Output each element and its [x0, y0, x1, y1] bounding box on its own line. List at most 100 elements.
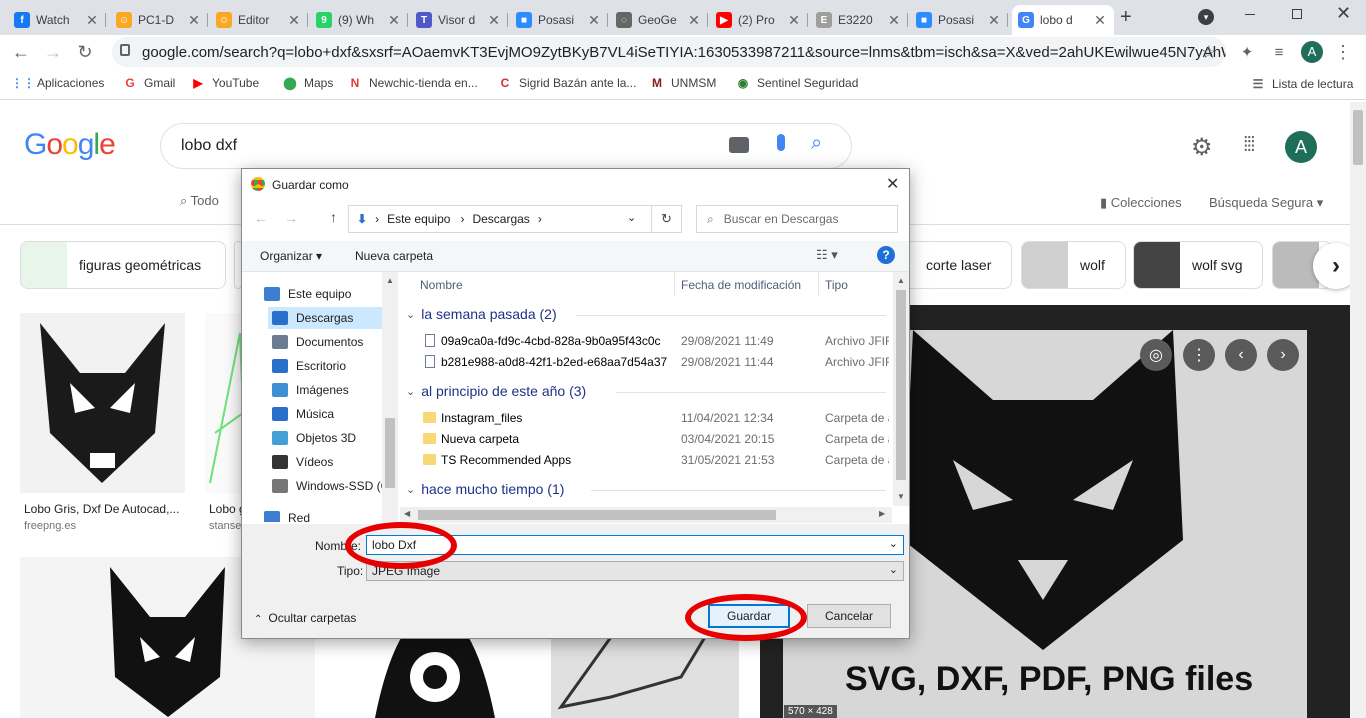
- safe-search-dropdown[interactable]: Búsqueda Segura ▾: [1209, 195, 1323, 211]
- tab-all[interactable]: ⌕ Todo: [180, 193, 219, 209]
- profile-avatar[interactable]: A: [1301, 41, 1323, 63]
- menu-dots-icon[interactable]: ⋮: [1330, 39, 1356, 65]
- tab-7[interactable]: ▶ (2) Pro ✕: [710, 5, 808, 35]
- bookmark-2[interactable]: ▶ YouTube: [190, 75, 259, 91]
- tab-close-icon[interactable]: ✕: [586, 12, 602, 29]
- dialog-search-field[interactable]: ⌕ Buscar en Descargas: [696, 205, 898, 233]
- microphone-icon[interactable]: [777, 134, 785, 151]
- search-input[interactable]: lobo dxf: [181, 137, 237, 155]
- tab-3[interactable]: 9 (9) Wh ✕: [310, 5, 408, 35]
- collections-link[interactable]: ▮ Colecciones: [1100, 195, 1182, 211]
- tab-close-icon[interactable]: ✕: [786, 12, 802, 29]
- bookmark-1[interactable]: G Gmail: [122, 75, 175, 91]
- tab-close-icon[interactable]: ✕: [1092, 12, 1108, 29]
- navigation-scrollbar[interactable]: ▲: [382, 272, 398, 522]
- filename-dropdown-icon[interactable]: ⌄: [889, 537, 898, 550]
- close-window-button[interactable]: ✕: [1336, 3, 1351, 24]
- column-type[interactable]: Tipo: [825, 278, 848, 292]
- view-options-icon[interactable]: ☷ ▾: [816, 247, 838, 263]
- column-divider[interactable]: [674, 272, 675, 296]
- search-box[interactable]: lobo dxf ⌕: [160, 123, 852, 169]
- type-dropdown-icon[interactable]: ⌄: [889, 563, 898, 576]
- nav-item-2[interactable]: Documentos: [272, 331, 398, 353]
- folder-row[interactable]: Instagram_files 11/04/2021 12:34 Carpeta d…: [400, 408, 889, 429]
- group-header[interactable]: ⌄ la semana pasada (2): [406, 306, 557, 322]
- group-header[interactable]: ⌄ al principio de este año (3): [406, 383, 586, 399]
- tab-6[interactable]: ◌ GeoGe ✕: [610, 5, 708, 35]
- scroll-right-arrow[interactable]: ▶: [879, 509, 885, 518]
- tab-4[interactable]: T Visor d ✕: [410, 5, 508, 35]
- more-options-icon[interactable]: ⋮: [1183, 339, 1215, 371]
- file-list-scrollbar-thumb[interactable]: [896, 290, 906, 480]
- column-divider[interactable]: [818, 272, 819, 296]
- maximize-button[interactable]: [1292, 9, 1302, 19]
- tab-5[interactable]: ■ Posasi ✕: [510, 5, 608, 35]
- tab-0[interactable]: f Watch ✕: [8, 5, 106, 35]
- chip-figuras-geometricas[interactable]: figuras geométricas: [20, 241, 226, 289]
- file-row[interactable]: b281e988-a0d8-42f1-b2ed-e68aa7d54a37 29/0…: [400, 352, 889, 373]
- minimize-button[interactable]: [1245, 14, 1255, 15]
- bookmark-7[interactable]: ◉ Sentinel Seguridad: [735, 75, 859, 91]
- google-logo[interactable]: Google: [24, 128, 116, 162]
- chip-wolf[interactable]: wolf: [1021, 241, 1126, 289]
- breadcrumb-descargas[interactable]: Descargas: [472, 212, 529, 226]
- organize-button[interactable]: Organizar ▾: [260, 249, 322, 263]
- page-scrollbar[interactable]: [1350, 102, 1366, 718]
- hide-folders-button[interactable]: ⌃ Ocultar carpetas: [254, 611, 356, 625]
- file-list-scrollbar[interactable]: ▲ ▼: [893, 272, 909, 506]
- chip-wolf-svg[interactable]: wolf svg: [1133, 241, 1263, 289]
- nav-item-1[interactable]: Descargas: [268, 307, 398, 329]
- back-arrow-icon[interactable]: ←: [254, 210, 268, 226]
- breadcrumb-este-equipo[interactable]: Este equipo: [387, 212, 450, 226]
- result-caption[interactable]: Lobo Gris, Dxf De Autocad,...: [24, 502, 179, 516]
- folder-row[interactable]: TS Recommended Apps 31/05/2021 21:53 Carpe…: [400, 450, 889, 471]
- tab-close-icon[interactable]: ✕: [986, 12, 1002, 29]
- extensions-icon[interactable]: ✦: [1234, 39, 1260, 65]
- nav-item-4[interactable]: Imágenes: [272, 379, 398, 401]
- tab-10[interactable]: Globo d ✕: [1012, 5, 1114, 35]
- nav-item-3[interactable]: Escritorio: [272, 355, 398, 377]
- forward-icon[interactable]: →: [40, 39, 66, 65]
- google-apps-icon[interactable]: ⁞⁞⁞: [1243, 134, 1256, 157]
- help-icon[interactable]: ?: [877, 246, 895, 264]
- tab-8[interactable]: E E3220 ✕: [810, 5, 908, 35]
- tab-close-icon[interactable]: ✕: [286, 12, 302, 29]
- tab-1[interactable]: ☺ PC1-D ✕: [110, 5, 208, 35]
- type-select[interactable]: JPEG Image ⌄: [366, 561, 904, 581]
- dialog-address-bar[interactable]: ⬇ › Este equipo › Descargas › ⌄: [348, 205, 652, 233]
- bookmark-3[interactable]: ⬤ Maps: [282, 75, 333, 91]
- nav-item-5[interactable]: Música: [272, 403, 398, 425]
- settings-gear-icon[interactable]: ⚙: [1191, 133, 1213, 162]
- cancel-button[interactable]: Cancelar: [807, 604, 891, 628]
- nav-item-8[interactable]: Windows-SSD (C: [272, 475, 398, 497]
- tab-9[interactable]: ■ Posasi ✕: [910, 5, 1008, 35]
- nav-item-6[interactable]: Objetos 3D: [272, 427, 398, 449]
- google-avatar[interactable]: A: [1285, 131, 1317, 163]
- tab-close-icon[interactable]: ✕: [386, 12, 402, 29]
- result-image-wolf-2[interactable]: [205, 313, 245, 493]
- result-image-wolf-1[interactable]: [20, 313, 185, 493]
- scroll-up-arrow[interactable]: ▲: [386, 276, 394, 285]
- reading-list-button[interactable]: ☰ Lista de lectura: [1250, 76, 1354, 92]
- up-arrow-icon[interactable]: ↑: [330, 209, 337, 225]
- bookmark-6[interactable]: M UNMSM: [649, 75, 716, 91]
- bookmark-star-icon[interactable]: ☆: [1196, 39, 1222, 65]
- new-tab-button[interactable]: +: [1120, 6, 1132, 29]
- scroll-left-arrow[interactable]: ◀: [404, 509, 410, 518]
- tab-close-icon[interactable]: ✕: [686, 12, 702, 29]
- forward-arrow-icon[interactable]: →: [284, 210, 298, 226]
- scroll-up-arrow[interactable]: ▲: [897, 276, 905, 285]
- file-row[interactable]: 09a9ca0a-fd9c-4cbd-828a-9b0a95f43c0c 29/0…: [400, 331, 889, 352]
- address-bar[interactable]: google.com/search?q=lobo+dxf&sxsrf=AOaem…: [112, 37, 1226, 67]
- bookmark-0[interactable]: ⋮⋮ Aplicaciones: [11, 75, 104, 91]
- file-list-hscrollbar[interactable]: ◀ ▶: [400, 507, 892, 523]
- reload-icon[interactable]: ↻: [72, 39, 98, 65]
- back-icon[interactable]: ←: [8, 39, 34, 65]
- media-icon[interactable]: ≡: [1266, 39, 1292, 65]
- chip-corte-laser[interactable]: corte laser: [910, 241, 1012, 289]
- tab-close-icon[interactable]: ✕: [886, 12, 902, 29]
- folder-row[interactable]: Nueva carpeta 03/04/2021 20:15 Carpeta de …: [400, 429, 889, 450]
- group-header[interactable]: ⌄ hace mucho tiempo (1): [406, 481, 564, 497]
- previous-image-button[interactable]: ‹: [1225, 339, 1257, 371]
- lens-icon[interactable]: ◎: [1140, 339, 1172, 371]
